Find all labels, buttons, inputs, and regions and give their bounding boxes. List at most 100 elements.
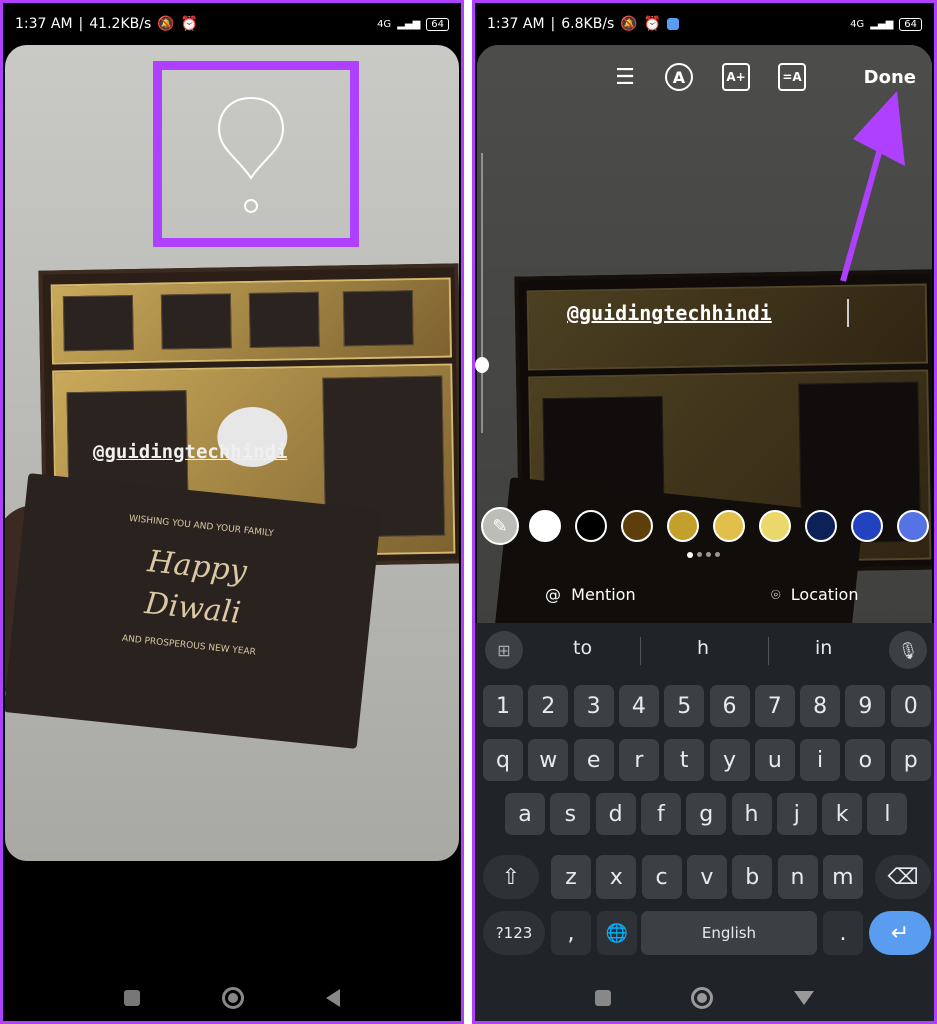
back-button[interactable] <box>326 989 340 1007</box>
text-size-slider-handle[interactable] <box>475 357 489 373</box>
key[interactable]: 5 <box>664 685 705 727</box>
key[interactable]: e <box>573 739 614 781</box>
key[interactable]: g <box>686 793 727 835</box>
emoji-comma-key[interactable]: , <box>551 911 591 955</box>
key[interactable]: f <box>640 793 681 835</box>
done-button[interactable]: Done <box>864 67 916 88</box>
net-speed: 6.8KB/s <box>561 16 615 32</box>
alarm-icon: ⏰ <box>643 16 662 32</box>
balloon-drag-icon <box>218 96 284 213</box>
key[interactable]: n <box>777 855 818 899</box>
backspace-key[interactable]: ⌫ <box>875 855 931 899</box>
key[interactable]: 2 <box>528 685 569 727</box>
key[interactable]: j <box>776 793 817 835</box>
key[interactable]: h <box>731 793 772 835</box>
key[interactable]: q <box>483 739 523 781</box>
signal-icon: ▂▄▆ <box>397 18 421 30</box>
color-swatch[interactable] <box>621 510 653 542</box>
color-swatch[interactable] <box>713 510 745 542</box>
apps-grid-icon[interactable]: ⊞ <box>485 631 523 669</box>
key[interactable]: 9 <box>845 685 886 727</box>
font-style-button[interactable]: A <box>665 63 693 91</box>
status-bar: 1:37 AM | 6.8KB/s 🔕 ⏰ 4G ▂▄▆ 64 <box>475 3 934 45</box>
key[interactable]: 1 <box>483 685 523 727</box>
keyboard: ⊞ to h in 🎙 1234567890qwertyuiopasdfghjk… <box>475 623 934 1021</box>
key[interactable]: c <box>641 855 682 899</box>
color-swatch[interactable] <box>575 510 607 542</box>
key[interactable]: x <box>596 855 637 899</box>
key[interactable]: k <box>822 793 863 835</box>
diwali-card: WISHING YOU AND YOUR FAMILY Happy Diwali… <box>5 473 382 749</box>
time: 1:37 AM <box>15 16 73 32</box>
space-bar[interactable]: English <box>641 911 817 955</box>
align-center-icon[interactable]: ☰ <box>611 63 639 91</box>
right-screenshot: 1:37 AM | 6.8KB/s 🔕 ⏰ 4G ▂▄▆ 64 ☰ A A+ =A Done… <box>472 0 937 1024</box>
key[interactable]: 4 <box>618 685 659 727</box>
key[interactable]: a <box>505 793 545 835</box>
page-dots <box>687 552 720 558</box>
alarm-icon: ⏰ <box>180 16 199 32</box>
recents-button[interactable] <box>595 990 612 1006</box>
color-swatch[interactable] <box>529 510 561 542</box>
arrow-annotation <box>840 91 905 282</box>
highlight-box <box>153 61 359 247</box>
home-button[interactable] <box>222 987 244 1009</box>
key[interactable]: p <box>890 739 931 781</box>
mute-icon: 🔕 <box>620 16 638 32</box>
mention-text-input[interactable]: @guidingtechhindi <box>567 301 772 325</box>
key[interactable]: z <box>551 855 591 899</box>
suggestion[interactable]: in <box>815 637 832 659</box>
text-cursor <box>847 299 849 327</box>
animate-text-button[interactable]: =A <box>778 63 806 91</box>
symbols-key[interactable]: ?123 <box>483 911 545 955</box>
key[interactable]: d <box>595 793 636 835</box>
color-swatch[interactable] <box>667 510 699 542</box>
enter-key[interactable]: ↵ <box>869 911 931 955</box>
key[interactable]: u <box>754 739 795 781</box>
key[interactable]: 8 <box>800 685 841 727</box>
text-effects-button[interactable]: A+ <box>722 63 750 91</box>
location-button[interactable]: ⌾ Location <box>771 585 858 605</box>
location-pin-icon: ⌾ <box>771 585 781 604</box>
status-bar: 1:37 AM | 41.2KB/s 🔕 ⏰ 4G ▂▄▆ 64 <box>3 3 461 45</box>
key[interactable]: 7 <box>754 685 795 727</box>
key[interactable]: v <box>686 855 727 899</box>
color-swatch[interactable] <box>759 510 791 542</box>
key[interactable]: w <box>528 739 569 781</box>
signal-icon: ▂▄▆ <box>870 18 894 30</box>
key[interactable]: o <box>845 739 886 781</box>
mention-sticker[interactable]: @guidingtechhindi <box>93 441 287 463</box>
key[interactable]: y <box>709 739 750 781</box>
globe-icon[interactable]: 🌐 <box>597 911 637 955</box>
home-button[interactable] <box>691 987 714 1009</box>
key[interactable]: b <box>732 855 773 899</box>
mute-icon: 🔕 <box>157 16 175 32</box>
period-key[interactable]: . <box>823 911 863 955</box>
keyboard-hide-button[interactable] <box>793 991 814 1005</box>
mention-button[interactable]: @ Mention <box>545 585 636 604</box>
key[interactable]: i <box>800 739 841 781</box>
key[interactable]: s <box>550 793 591 835</box>
key[interactable]: 0 <box>890 685 931 727</box>
microphone-icon[interactable]: 🎙 <box>889 631 927 669</box>
color-swatch[interactable] <box>805 510 837 542</box>
network-type: 4G <box>377 18 392 30</box>
color-swatch[interactable] <box>897 510 929 542</box>
shift-key[interactable]: ⇧ <box>483 855 539 899</box>
text-size-slider[interactable] <box>481 153 483 433</box>
eyedropper-icon[interactable]: ✎ <box>481 507 519 545</box>
color-swatch[interactable] <box>851 510 883 542</box>
battery: 64 <box>899 17 922 31</box>
key[interactable]: l <box>867 793 908 835</box>
key[interactable]: t <box>664 739 705 781</box>
suggestion[interactable]: to <box>573 637 592 659</box>
time: 1:37 AM <box>487 16 545 32</box>
recents-button[interactable] <box>124 990 140 1006</box>
key[interactable]: 6 <box>709 685 750 727</box>
key[interactable]: r <box>618 739 659 781</box>
suggestion[interactable]: h <box>697 637 709 659</box>
key[interactable]: 3 <box>573 685 614 727</box>
app-notification-icon <box>667 18 680 30</box>
key[interactable]: m <box>822 855 863 899</box>
battery: 64 <box>426 17 449 31</box>
